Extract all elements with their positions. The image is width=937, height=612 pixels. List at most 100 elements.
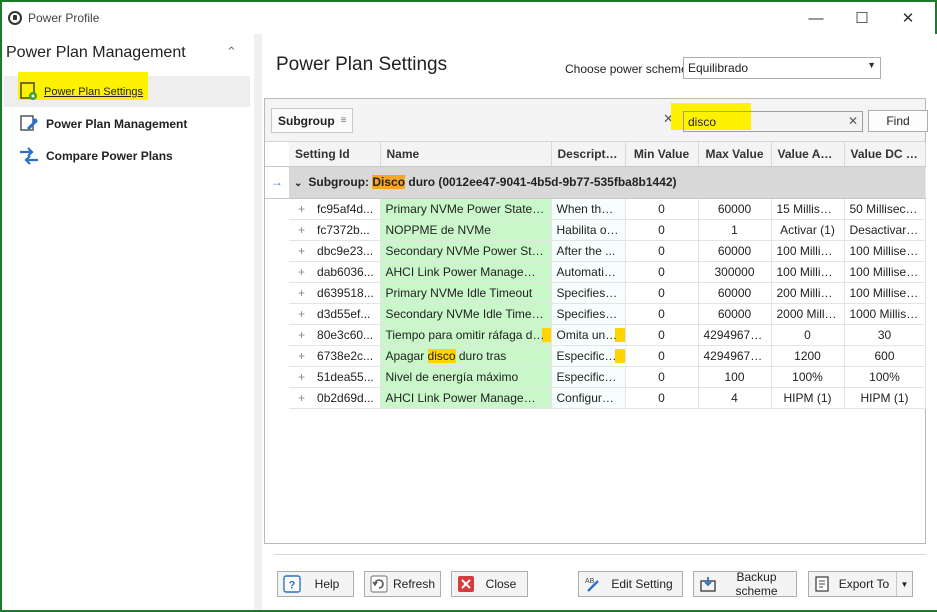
name-cell[interactable]: NOPPME de NVMe — [380, 219, 552, 241]
name-cell[interactable]: Nivel de energía máximo — [380, 366, 552, 388]
max-value-cell[interactable]: 60000 — [698, 240, 772, 262]
value-ac-cell[interactable]: 2000 Millis... — [771, 303, 845, 325]
setting-id-cell[interactable]: + d639518... — [289, 282, 381, 304]
description-cell[interactable]: Configures... — [551, 387, 626, 409]
value-dc-cell[interactable]: 30 — [844, 324, 926, 346]
help-button[interactable]: ? Help — [277, 571, 354, 597]
max-value-cell[interactable]: 4294967295 — [698, 345, 772, 367]
expand-plus-icon[interactable]: + — [298, 223, 305, 237]
setting-id-cell[interactable]: + fc95af4d... — [289, 198, 381, 220]
subgroup-button[interactable]: Subgroup ≡ — [271, 108, 353, 133]
power-scheme-select[interactable]: Equilibrado ▼ — [683, 57, 881, 79]
description-cell[interactable]: Specifies t... — [551, 303, 626, 325]
find-button[interactable]: Find — [868, 110, 928, 132]
name-cell[interactable]: AHCI Link Power Management ... — [380, 261, 552, 283]
minimize-button[interactable]: — — [793, 2, 839, 34]
backup-scheme-button[interactable]: Backup scheme — [693, 570, 797, 598]
column-header[interactable]: Name — [380, 142, 552, 167]
min-value-cell[interactable]: 0 — [625, 345, 699, 367]
expand-plus-icon[interactable]: + — [298, 286, 305, 300]
value-ac-cell[interactable]: HIPM (1) — [771, 387, 845, 409]
setting-id-cell[interactable]: + fc7372b... — [289, 219, 381, 241]
setting-id-cell[interactable]: +0b2d69d... — [289, 387, 381, 409]
nav-item-power-plan-management[interactable]: Power Plan Management — [4, 108, 250, 139]
max-value-cell[interactable]: 60000 — [698, 282, 772, 304]
collapse-chevron-icon[interactable]: ⌄ — [294, 178, 302, 189]
group-row[interactable]: → ⌄ Subgroup: Disco duro (0012ee47-9041-4… — [265, 166, 926, 199]
setting-id-cell[interactable]: +51dea55... — [289, 366, 381, 388]
expand-plus-icon[interactable]: + — [298, 307, 305, 321]
table-row[interactable]: +0b2d69d... AHCI Link Power Management ..… — [265, 387, 926, 409]
table-row[interactable]: + fc7372b... NOPPME de NVMe Habilita o d...… — [265, 219, 926, 241]
min-value-cell[interactable]: 0 — [625, 219, 699, 241]
value-ac-cell[interactable]: 200 Millisec... — [771, 282, 845, 304]
value-dc-cell[interactable]: 50 Milliseconds — [844, 198, 926, 220]
table-row[interactable]: +6738e2c... Apagar disco duro tras Especif… — [265, 345, 926, 367]
setting-id-cell[interactable]: + d3d55ef... — [289, 303, 381, 325]
table-row[interactable]: + d639518... Primary NVMe Idle Timeout Spec… — [265, 282, 926, 304]
max-value-cell[interactable]: 100 — [698, 366, 772, 388]
clear-search-icon[interactable]: ✕ — [848, 114, 858, 128]
column-header[interactable]: Min Value — [625, 142, 699, 167]
max-value-cell[interactable]: 60000 — [698, 303, 772, 325]
min-value-cell[interactable]: 0 — [625, 198, 699, 220]
table-row[interactable]: +51dea55... Nivel de energía máximo Especi… — [265, 366, 926, 388]
setting-id-cell[interactable]: + dbc9e23... — [289, 240, 381, 262]
table-row[interactable]: + d3d55ef... Secondary NVMe Idle Timeout Sp… — [265, 303, 926, 325]
expand-plus-icon[interactable]: + — [298, 244, 305, 258]
min-value-cell[interactable]: 0 — [625, 303, 699, 325]
expand-plus-icon[interactable]: + — [298, 265, 305, 279]
expand-plus-icon[interactable]: + — [298, 202, 305, 216]
value-ac-cell[interactable]: 100 Millisec... — [771, 261, 845, 283]
dropdown-arrow-icon[interactable]: ▼ — [896, 572, 912, 596]
description-cell[interactable]: When the ... — [551, 198, 626, 220]
close-button[interactable]: Close — [451, 571, 528, 597]
column-header[interactable]: Value AC... — [771, 142, 845, 167]
value-dc-cell[interactable]: 1000 Millisec... — [844, 303, 926, 325]
value-dc-cell[interactable]: HIPM (1) — [844, 387, 926, 409]
max-value-cell[interactable]: 4 — [698, 387, 772, 409]
nav-item-power-plan-settings[interactable]: Power Plan Settings — [4, 72, 250, 107]
min-value-cell[interactable]: 0 — [625, 324, 699, 346]
min-value-cell[interactable]: 0 — [625, 240, 699, 262]
max-value-cell[interactable]: 60000 — [698, 198, 772, 220]
value-ac-cell[interactable]: 15 Millisecon... — [771, 198, 845, 220]
name-cell[interactable]: Primary NVMe Power State Tra... — [380, 198, 552, 220]
close-window-button[interactable]: ✕ — [885, 2, 931, 34]
description-cell[interactable]: Omita una ... — [551, 324, 626, 346]
splitter[interactable] — [254, 34, 262, 610]
value-dc-cell[interactable]: Desactivar (0) — [844, 219, 926, 241]
value-dc-cell[interactable]: 100 Millisecо... — [844, 261, 926, 283]
column-header[interactable]: Descripti... — [551, 142, 626, 167]
value-ac-cell[interactable]: Activar (1) — [771, 219, 845, 241]
name-cell[interactable]: Tiempo para omitir ráfaga de di — [380, 324, 552, 346]
max-value-cell[interactable]: 4294967295 — [698, 324, 772, 346]
table-row[interactable]: + dab6036... AHCI Link Power Management ..… — [265, 261, 926, 283]
name-cell[interactable]: Apagar disco duro tras — [380, 345, 552, 367]
description-cell[interactable]: Habilita o d... — [551, 219, 626, 241]
value-dc-cell[interactable]: 600 — [844, 345, 926, 367]
search-input[interactable]: disco ✕ — [683, 111, 863, 132]
table-row[interactable]: +80e3c60... Tiempo para omitir ráfaga de … — [265, 324, 926, 346]
maximize-button[interactable]: ☐ — [839, 2, 885, 34]
column-header[interactable]: Value DC (... — [844, 142, 926, 167]
min-value-cell[interactable]: 0 — [625, 282, 699, 304]
nav-item-compare-power-plans[interactable]: Compare Power Plans — [4, 140, 250, 171]
collapse-chevron-icon[interactable]: ⌃ — [226, 44, 237, 60]
setting-id-cell[interactable]: +6738e2c... — [289, 345, 381, 367]
value-ac-cell[interactable]: 100% — [771, 366, 845, 388]
value-ac-cell[interactable]: 100 Millisec... — [771, 240, 845, 262]
max-value-cell[interactable]: 1 — [698, 219, 772, 241]
name-cell[interactable]: Secondary NVMe Power State ... — [380, 240, 552, 262]
description-cell[interactable]: Specifies t... — [551, 282, 626, 304]
description-cell[interactable]: Automatic... — [551, 261, 626, 283]
min-value-cell[interactable]: 0 — [625, 366, 699, 388]
value-dc-cell[interactable]: 100 Millisecо... — [844, 240, 926, 262]
description-cell[interactable]: After the ... — [551, 240, 626, 262]
table-row[interactable]: + dbc9e23... Secondary NVMe Power State ..… — [265, 240, 926, 262]
description-cell[interactable]: Especificar... — [551, 345, 626, 367]
setting-id-cell[interactable]: +80e3c60... — [289, 324, 381, 346]
value-ac-cell[interactable]: 1200 — [771, 345, 845, 367]
description-cell[interactable]: Especifica ... — [551, 366, 626, 388]
min-value-cell[interactable]: 0 — [625, 387, 699, 409]
